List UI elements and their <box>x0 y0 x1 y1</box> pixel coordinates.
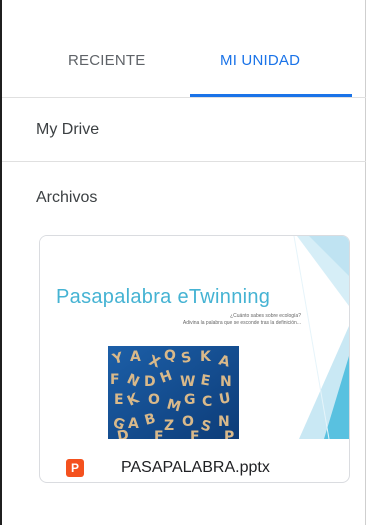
slide-subtitle-line2: Adivina la palabra que se esconde tras l… <box>182 320 301 326</box>
svg-text:O: O <box>182 414 194 430</box>
slide-title: Pasapalabra eTwinning <box>56 286 271 308</box>
svg-text:Q: Q <box>164 348 176 364</box>
svg-text:K: K <box>200 349 212 365</box>
svg-text:F: F <box>110 372 120 388</box>
svg-text:W: W <box>180 374 195 390</box>
svg-text:G: G <box>184 392 196 408</box>
powerpoint-icon: P <box>66 459 84 477</box>
file-thumbnail: Pasapalabra eTwinning ¿Cuánto sabes sobr… <box>40 236 349 439</box>
my-drive-label: My Drive <box>36 121 100 138</box>
tab-recent[interactable]: RECIENTE <box>68 52 145 69</box>
file-name: PASAPALABRA.pptx <box>121 459 270 476</box>
svg-text:C: C <box>202 394 212 410</box>
svg-text:P: P <box>224 429 234 439</box>
svg-text:N: N <box>220 374 232 390</box>
slide-decoration <box>293 236 349 439</box>
files-section-heading: Archivos <box>36 189 98 206</box>
svg-text:D: D <box>144 374 156 390</box>
svg-text:A: A <box>130 349 141 365</box>
svg-text:E: E <box>114 392 124 408</box>
tab-my-drive[interactable]: MI UNIDAD <box>220 52 300 69</box>
file-card[interactable]: Pasapalabra eTwinning ¿Cuánto sabes sobr… <box>39 235 350 483</box>
my-drive-row[interactable]: My Drive <box>2 97 366 162</box>
tab-bar: RECIENTE MI UNIDAD <box>2 0 366 98</box>
svg-text:N: N <box>218 414 230 430</box>
drive-panel: RECIENTE MI UNIDAD My Drive Archivos Pas… <box>0 0 366 525</box>
svg-text:O: O <box>148 392 160 408</box>
svg-text:F: F <box>190 429 200 439</box>
letters-photo: Y A X Q S K A F N D H W E N E K O M G C … <box>108 346 239 439</box>
slide-subtitle-line1: ¿Cuánto sabes sobre ecología? <box>230 313 301 319</box>
svg-text:A: A <box>128 416 139 432</box>
svg-text:E: E <box>154 429 164 439</box>
svg-text:Z: Z <box>164 418 174 434</box>
